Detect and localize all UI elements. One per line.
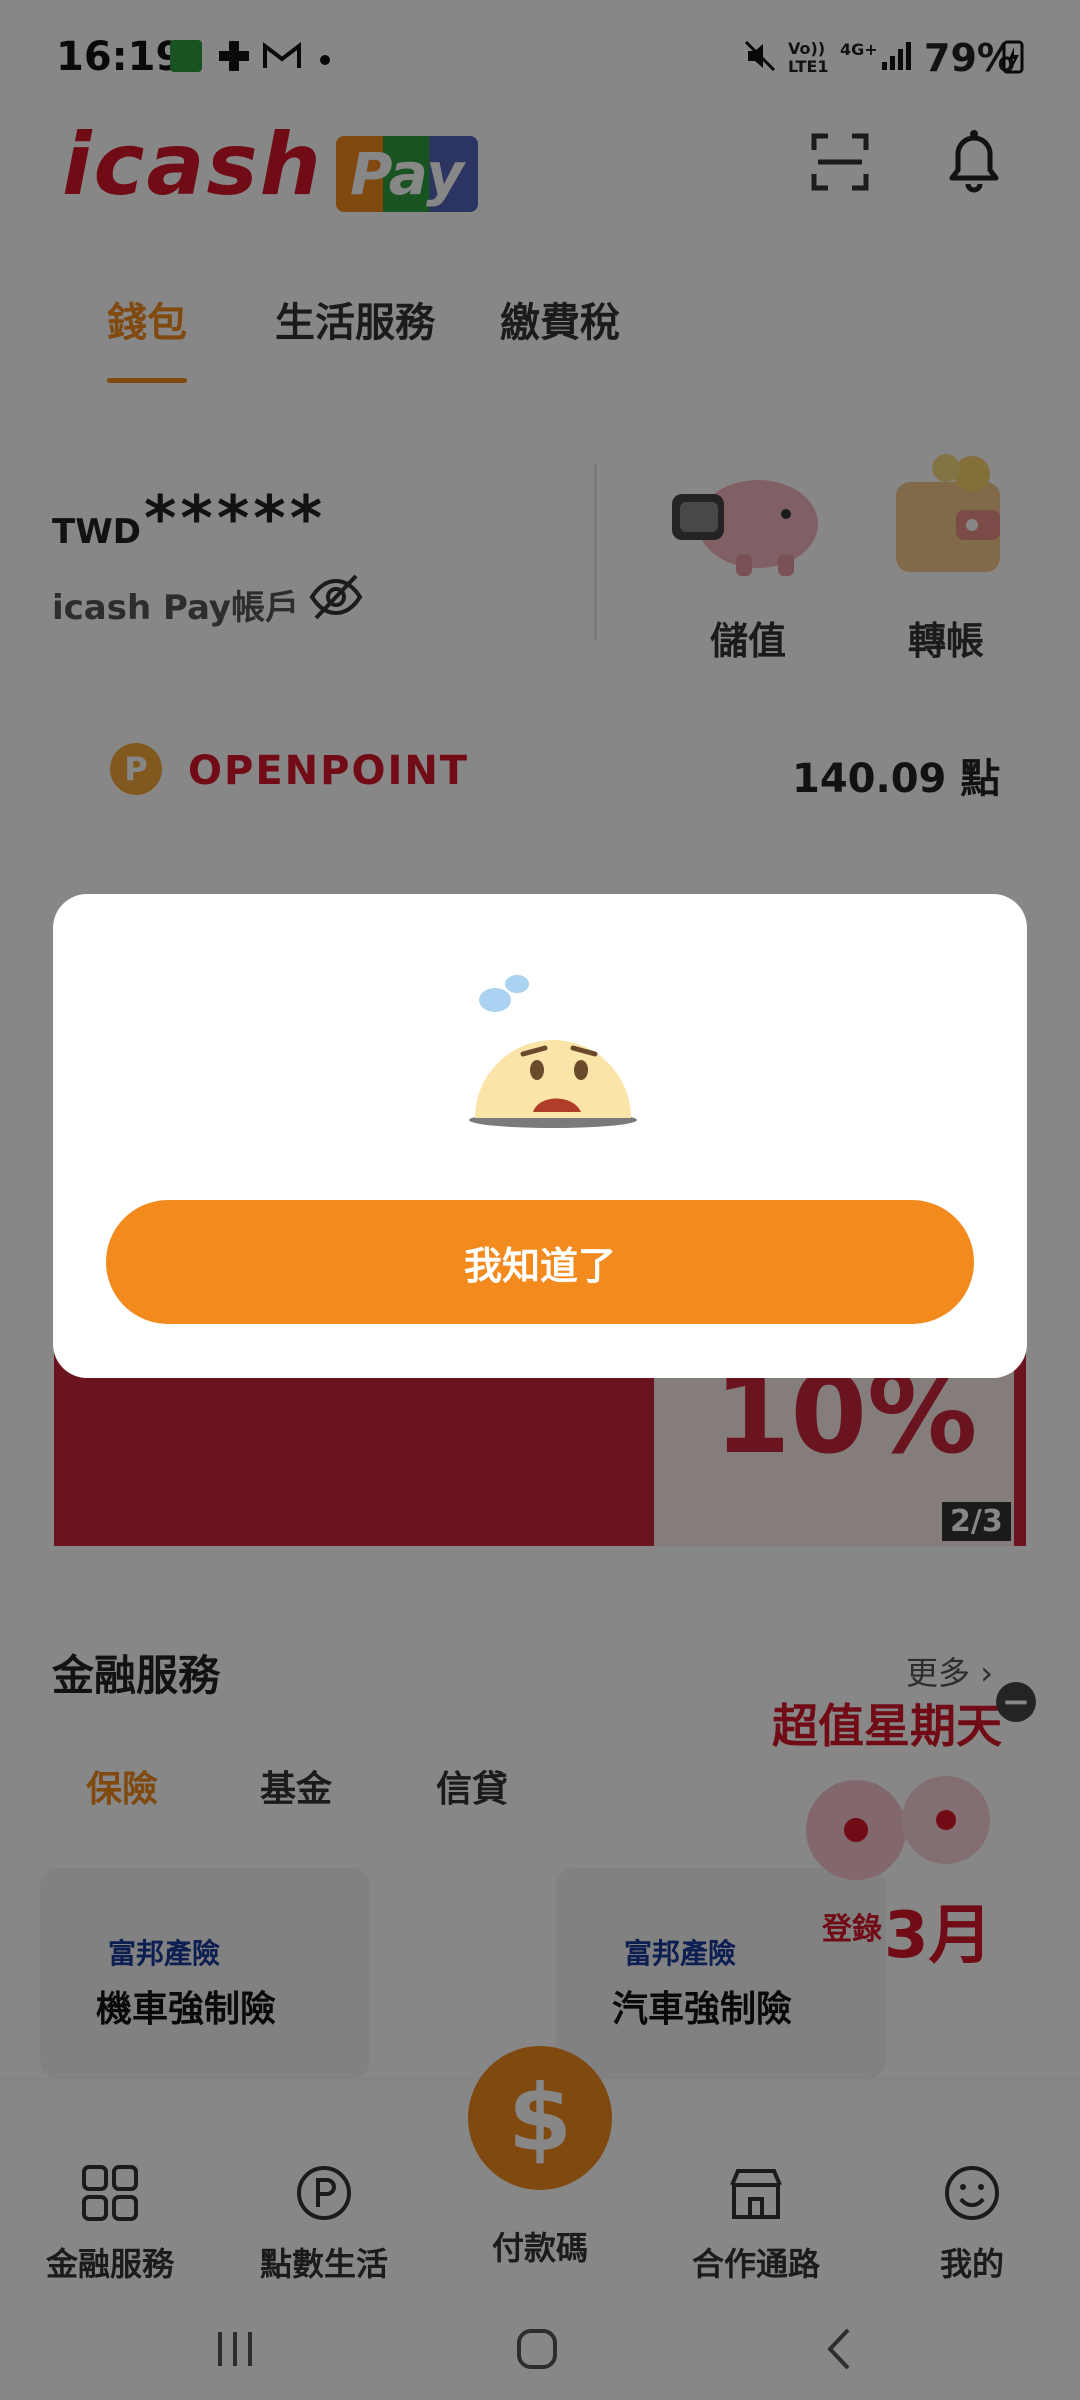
alert-dialog: 我知道了 bbox=[53, 894, 1027, 1378]
worried-face-icon bbox=[469, 975, 637, 1128]
acknowledge-button[interactable]: 我知道了 bbox=[106, 1200, 974, 1324]
